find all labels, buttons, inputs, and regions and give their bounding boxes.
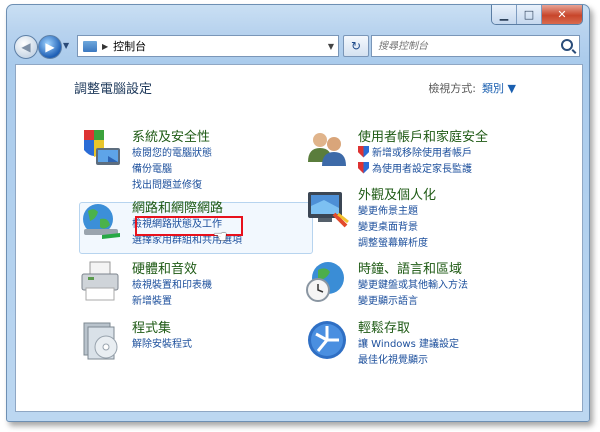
network-globe-icon [83, 204, 120, 239]
link-backup-computer[interactable]: 備份電腦 [132, 160, 172, 175]
maximize-button[interactable]: □ [517, 5, 542, 24]
category-title[interactable]: 輕鬆存取 [358, 317, 410, 336]
navigation-toolbar: ◀ ▶ ▼ ▶ 控制台 ▼ ↻ [7, 31, 589, 61]
search-input[interactable] [376, 39, 558, 53]
link-devices-printers[interactable]: 檢視裝置和印表機 [132, 276, 212, 291]
programs-box-icon [83, 322, 118, 360]
view-by-label: 檢視方式: [428, 82, 477, 95]
breadcrumb-control-panel[interactable]: 控制台 [113, 38, 146, 54]
link-troubleshoot[interactable]: 找出問題並修復 [132, 176, 202, 191]
link-parental-controls[interactable]: 為使用者設定家長監護 [372, 160, 472, 175]
close-button[interactable]: ✕ [542, 5, 582, 24]
link-change-keyboards[interactable]: 變更鍵盤或其他輸入方法 [358, 276, 468, 291]
control-panel-icon [83, 40, 97, 52]
link-optimize-visual-display[interactable]: 最佳化視覺顯示 [358, 351, 428, 366]
address-bar[interactable]: ▶ 控制台 ▼ [77, 35, 339, 57]
control-panel-content: 調整電腦設定 檢視方式: 類別 ▼ 系統及安全性 檢閱您的電腦狀態 備份電腦 找出… [15, 64, 583, 412]
link-row-parental-controls[interactable]: 為使用者設定家長監護 [358, 160, 472, 175]
address-dropdown-icon[interactable]: ▼ [328, 42, 334, 51]
search-box[interactable] [371, 35, 580, 57]
uac-shield-icon [358, 161, 369, 174]
link-let-windows-suggest[interactable]: 讓 Windows 建議設定 [358, 335, 459, 350]
category-title[interactable]: 程式集 [132, 317, 171, 336]
link-change-theme[interactable]: 變更佈景主題 [358, 202, 418, 217]
caption-buttons: ▁ □ ✕ [491, 5, 583, 25]
category-title[interactable]: 硬體和音效 [132, 258, 197, 277]
back-button[interactable]: ◀ [14, 35, 38, 59]
link-check-computer-status[interactable]: 檢閱您的電腦狀態 [132, 144, 212, 159]
category-title[interactable]: 時鐘、語言和區域 [358, 258, 462, 277]
link-add-remove-users[interactable]: 新增或移除使用者帳戶 [372, 144, 472, 159]
recent-pages-dropdown-icon[interactable]: ▼ [63, 41, 69, 50]
forward-button[interactable]: ▶ [38, 35, 62, 59]
view-by: 檢視方式: 類別 ▼ [428, 80, 516, 96]
control-panel-window: ▁ □ ✕ ◀ ▶ ▼ ▶ 控制台 ▼ ↻ 調整電腦設定 檢視方式: 類別 ▼ [6, 4, 590, 422]
view-by-dropdown[interactable]: 類別 ▼ [482, 82, 516, 95]
uac-shield-icon [358, 145, 369, 158]
users-icon [308, 133, 346, 166]
category-title[interactable]: 網路和網際網路 [132, 197, 223, 216]
printer-icon [81, 261, 119, 301]
clock-globe-icon [306, 262, 344, 302]
search-icon[interactable] [561, 39, 573, 51]
ease-of-access-icon [308, 321, 346, 359]
appearance-monitor-icon [308, 192, 349, 228]
breadcrumb-separator-icon[interactable]: ▶ [102, 42, 108, 51]
page-title: 調整電腦設定 [74, 82, 153, 97]
link-change-desktop-background[interactable]: 變更桌面背景 [358, 218, 418, 233]
minimize-button[interactable]: ▁ [492, 5, 517, 24]
shield-monitor-icon [84, 130, 120, 165]
link-row-add-remove-users[interactable]: 新增或移除使用者帳戶 [358, 144, 472, 159]
category-title[interactable]: 外觀及個人化 [358, 184, 436, 203]
category-title[interactable]: 系統及安全性 [132, 126, 210, 145]
refresh-button[interactable]: ↻ [343, 35, 369, 57]
link-add-device[interactable]: 新增裝置 [132, 292, 172, 307]
category-title[interactable]: 使用者帳戶和家庭安全 [358, 126, 488, 145]
link-change-display-language[interactable]: 變更顯示語言 [358, 292, 418, 307]
link-adjust-resolution[interactable]: 調整螢幕解析度 [358, 234, 428, 249]
hand-cursor-icon: ☚ [213, 227, 228, 246]
link-uninstall-program[interactable]: 解除安裝程式 [132, 335, 192, 350]
